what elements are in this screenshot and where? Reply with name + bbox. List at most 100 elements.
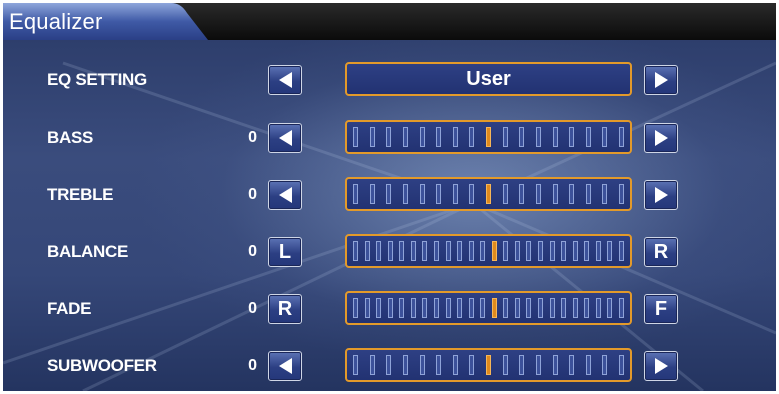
slider-tick xyxy=(410,298,416,318)
slider-tick xyxy=(436,127,442,147)
slider-tick xyxy=(436,355,442,375)
slider-tick xyxy=(445,298,451,318)
slider-tick xyxy=(369,355,375,375)
subwoofer-ticks xyxy=(353,355,624,375)
slider-tick xyxy=(353,241,358,261)
treble-ticks xyxy=(353,184,624,204)
slider-tick xyxy=(399,298,405,318)
slider-tick xyxy=(519,184,525,204)
balance-slider[interactable] xyxy=(345,234,632,268)
fade-label: FADE xyxy=(47,299,92,318)
slider-tick xyxy=(549,241,555,261)
slider-tick xyxy=(561,298,567,318)
bass-slider[interactable] xyxy=(345,120,632,154)
slider-tick xyxy=(519,355,525,375)
slider-tick xyxy=(480,241,486,261)
slider-tick xyxy=(402,184,408,204)
slider-tick xyxy=(569,127,575,147)
slider-tick xyxy=(519,127,525,147)
slider-tick xyxy=(445,241,451,261)
slider-tick xyxy=(535,184,541,204)
balance-value: 0 xyxy=(248,243,257,260)
slider-tick xyxy=(364,241,370,261)
fade-slider[interactable] xyxy=(345,291,632,325)
slider-tick xyxy=(353,127,358,147)
slider-tick xyxy=(369,184,375,204)
slider-tick xyxy=(364,298,370,318)
slider-tick xyxy=(561,241,567,261)
slider-tick xyxy=(452,127,458,147)
treble-value: 0 xyxy=(248,186,257,203)
slider-tick xyxy=(585,184,591,204)
treble-increase-button[interactable] xyxy=(644,180,678,210)
slider-tick xyxy=(569,355,575,375)
slider-tick xyxy=(469,184,475,204)
slider-tick xyxy=(552,355,558,375)
slider-tick xyxy=(399,241,405,261)
slider-tick xyxy=(480,298,486,318)
slider-tick xyxy=(503,298,509,318)
treble-decrease-button[interactable] xyxy=(268,180,302,210)
slider-tick xyxy=(585,127,591,147)
slider-tick xyxy=(436,184,442,204)
slider-tick xyxy=(552,184,558,204)
bass-increase-button[interactable] xyxy=(644,123,678,153)
slider-tick xyxy=(607,298,613,318)
eq-setting-label: EQ SETTING xyxy=(47,70,147,89)
treble-label: TREBLE xyxy=(47,185,114,204)
eq-preset-value: User xyxy=(466,67,511,90)
slider-tick xyxy=(502,355,508,375)
slider-tick xyxy=(618,241,624,261)
subwoofer-decrease-button[interactable] xyxy=(268,351,302,381)
slider-tick xyxy=(502,184,508,204)
slider-tick xyxy=(433,241,439,261)
slider-tick xyxy=(595,241,601,261)
slider-tick xyxy=(469,355,475,375)
balance-right-button[interactable]: R xyxy=(644,237,678,267)
slider-tick xyxy=(402,355,408,375)
eq-prev-button[interactable] xyxy=(268,65,302,95)
slider-tick xyxy=(468,298,474,318)
slider-tick xyxy=(402,127,408,147)
slider-tick xyxy=(538,298,543,318)
left-arrow-icon xyxy=(278,187,292,203)
left-arrow-icon xyxy=(278,358,292,374)
subwoofer-label: SUBWOOFER xyxy=(47,356,157,375)
subwoofer-increase-button[interactable] xyxy=(644,351,678,381)
slider-tick xyxy=(549,298,555,318)
bass-decrease-button[interactable] xyxy=(268,123,302,153)
slider-tick xyxy=(502,127,508,147)
slider-tick xyxy=(422,241,428,261)
treble-slider[interactable] xyxy=(345,177,632,211)
balance-left-button[interactable]: L xyxy=(268,237,302,267)
slider-tick xyxy=(602,127,608,147)
slider-tick xyxy=(433,298,439,318)
subwoofer-slider[interactable] xyxy=(345,348,632,382)
slider-tick xyxy=(569,184,575,204)
slider-tick xyxy=(386,127,392,147)
title-tab: Equalizer xyxy=(3,3,208,40)
slider-tick xyxy=(503,241,509,261)
slider-tick xyxy=(607,241,613,261)
fade-front-button[interactable]: F xyxy=(644,294,678,324)
slider-tick xyxy=(602,184,608,204)
slider-tick xyxy=(535,355,541,375)
slider-tick xyxy=(422,298,428,318)
slider-level-marker xyxy=(486,127,491,147)
slider-tick xyxy=(387,241,393,261)
right-arrow-icon xyxy=(654,358,668,374)
fade-value: 0 xyxy=(248,300,257,317)
slider-tick xyxy=(585,355,591,375)
slider-tick xyxy=(572,298,578,318)
fade-rear-button[interactable]: R xyxy=(268,294,302,324)
left-arrow-icon xyxy=(278,130,292,146)
subwoofer-value: 0 xyxy=(248,357,257,374)
eq-preset-display: User xyxy=(345,62,632,96)
bass-label: BASS xyxy=(47,128,94,147)
slider-tick xyxy=(353,298,358,318)
slider-tick xyxy=(457,241,463,261)
slider-tick xyxy=(584,241,590,261)
right-arrow-icon xyxy=(654,72,668,88)
fade-ticks xyxy=(353,298,624,318)
eq-next-button[interactable] xyxy=(644,65,678,95)
